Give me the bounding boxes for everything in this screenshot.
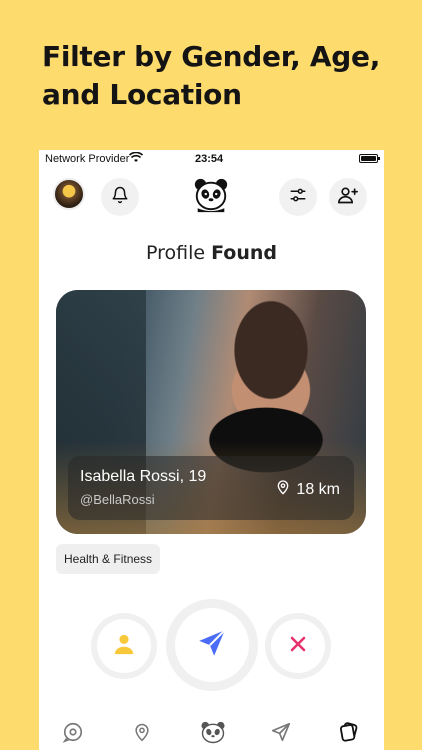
tab-cards[interactable] xyxy=(337,721,361,748)
chat-icon xyxy=(62,721,84,748)
tab-home[interactable] xyxy=(198,720,228,749)
bell-icon xyxy=(111,186,129,209)
cards-icon xyxy=(338,721,360,748)
battery-icon xyxy=(359,154,380,163)
carrier-label: Network Provider xyxy=(45,153,130,165)
view-profile-button[interactable] xyxy=(91,613,157,679)
location-pin-icon xyxy=(132,721,152,748)
sliders-icon xyxy=(288,186,308,209)
headline-line-2: and Location xyxy=(42,78,242,111)
tab-location[interactable] xyxy=(130,722,154,746)
panda-logo[interactable] xyxy=(192,176,230,214)
send-button[interactable] xyxy=(166,599,258,691)
phone-screen: Network Provider 23:54 Profile Found Isa… xyxy=(39,150,384,750)
title-bold: Found xyxy=(211,242,278,264)
profile-distance: 18 km xyxy=(275,478,340,501)
headline-line-1: Filter by Gender, Age, xyxy=(42,40,381,73)
clock: 23:54 xyxy=(195,153,224,165)
distance-value: 18 km xyxy=(296,480,340,498)
user-icon xyxy=(113,632,135,661)
send-icon xyxy=(270,721,292,748)
add-friend-button[interactable] xyxy=(329,178,367,216)
add-user-icon xyxy=(337,185,359,210)
interest-tag[interactable]: Health & Fitness xyxy=(56,544,161,574)
location-pin-icon xyxy=(275,478,291,501)
filter-button[interactable] xyxy=(279,178,317,216)
profile-card[interactable]: Isabella Rossi, 19 @BellaRossi 18 km xyxy=(56,290,366,534)
tab-chat[interactable] xyxy=(61,722,85,746)
profile-handle: @BellaRossi xyxy=(80,492,155,507)
status-bar: Network Provider 23:54 xyxy=(39,150,384,170)
profile-info-panel: Isabella Rossi, 19 @BellaRossi 18 km xyxy=(68,456,354,520)
wifi-icon xyxy=(128,151,144,166)
tab-messages[interactable] xyxy=(269,722,293,746)
marketing-headline: Filter by Gender, Age, and Location xyxy=(42,38,402,114)
send-icon xyxy=(195,626,229,665)
panda-logo xyxy=(199,720,227,749)
notifications-button[interactable] xyxy=(101,178,139,216)
close-icon xyxy=(288,634,308,659)
page-title: Profile Found xyxy=(39,242,384,264)
dismiss-button[interactable] xyxy=(265,613,331,679)
profile-name: Isabella Rossi, 19 xyxy=(80,468,207,485)
user-avatar[interactable] xyxy=(53,178,85,210)
title-light: Profile xyxy=(145,242,206,264)
tab-bar xyxy=(39,718,384,750)
